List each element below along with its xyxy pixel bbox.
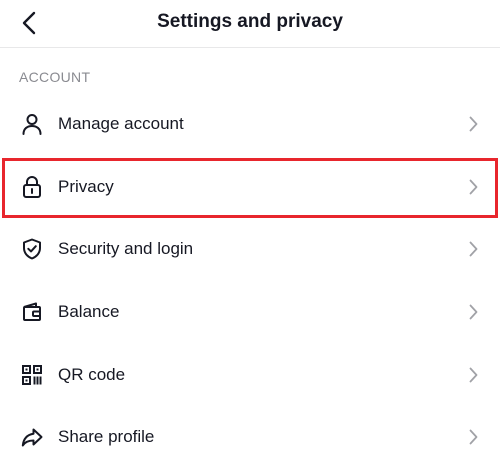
settings-item-security-and-login[interactable]: Security and login	[0, 218, 500, 281]
qr-code-icon	[20, 363, 44, 387]
settings-item-label: Balance	[58, 302, 120, 322]
settings-item-label: Share profile	[58, 427, 155, 447]
lock-icon	[20, 175, 44, 199]
settings-item-manage-account[interactable]: Manage account	[0, 93, 500, 156]
wallet-icon	[20, 300, 44, 324]
chevron-right-icon	[466, 240, 480, 258]
chevron-right-icon	[466, 428, 480, 446]
settings-item-share-profile[interactable]: Share profile	[0, 406, 500, 469]
shield-check-icon	[20, 237, 44, 261]
settings-item-balance[interactable]: Balance	[0, 281, 500, 344]
chevron-right-icon	[466, 303, 480, 321]
settings-item-label: Privacy	[58, 176, 114, 196]
settings-item-label: Manage account	[58, 114, 184, 134]
top-bar: Settings and privacy	[0, 0, 500, 48]
chevron-right-icon	[466, 115, 480, 133]
person-icon	[20, 112, 44, 136]
chevron-right-icon	[466, 178, 480, 196]
chevron-right-icon	[466, 366, 480, 384]
settings-item-label: Security and login	[58, 239, 194, 259]
settings-item-privacy[interactable]: Privacy	[0, 156, 500, 219]
section-header-account: ACCOUNT	[19, 69, 91, 85]
page-title: Settings and privacy	[157, 11, 343, 32]
settings-item-label: QR code	[58, 364, 126, 384]
settings-item-qr-code[interactable]: QR code	[0, 343, 500, 406]
settings-list: Manage account Privacy Security and logi…	[0, 93, 500, 469]
share-arrow-icon	[20, 425, 44, 449]
